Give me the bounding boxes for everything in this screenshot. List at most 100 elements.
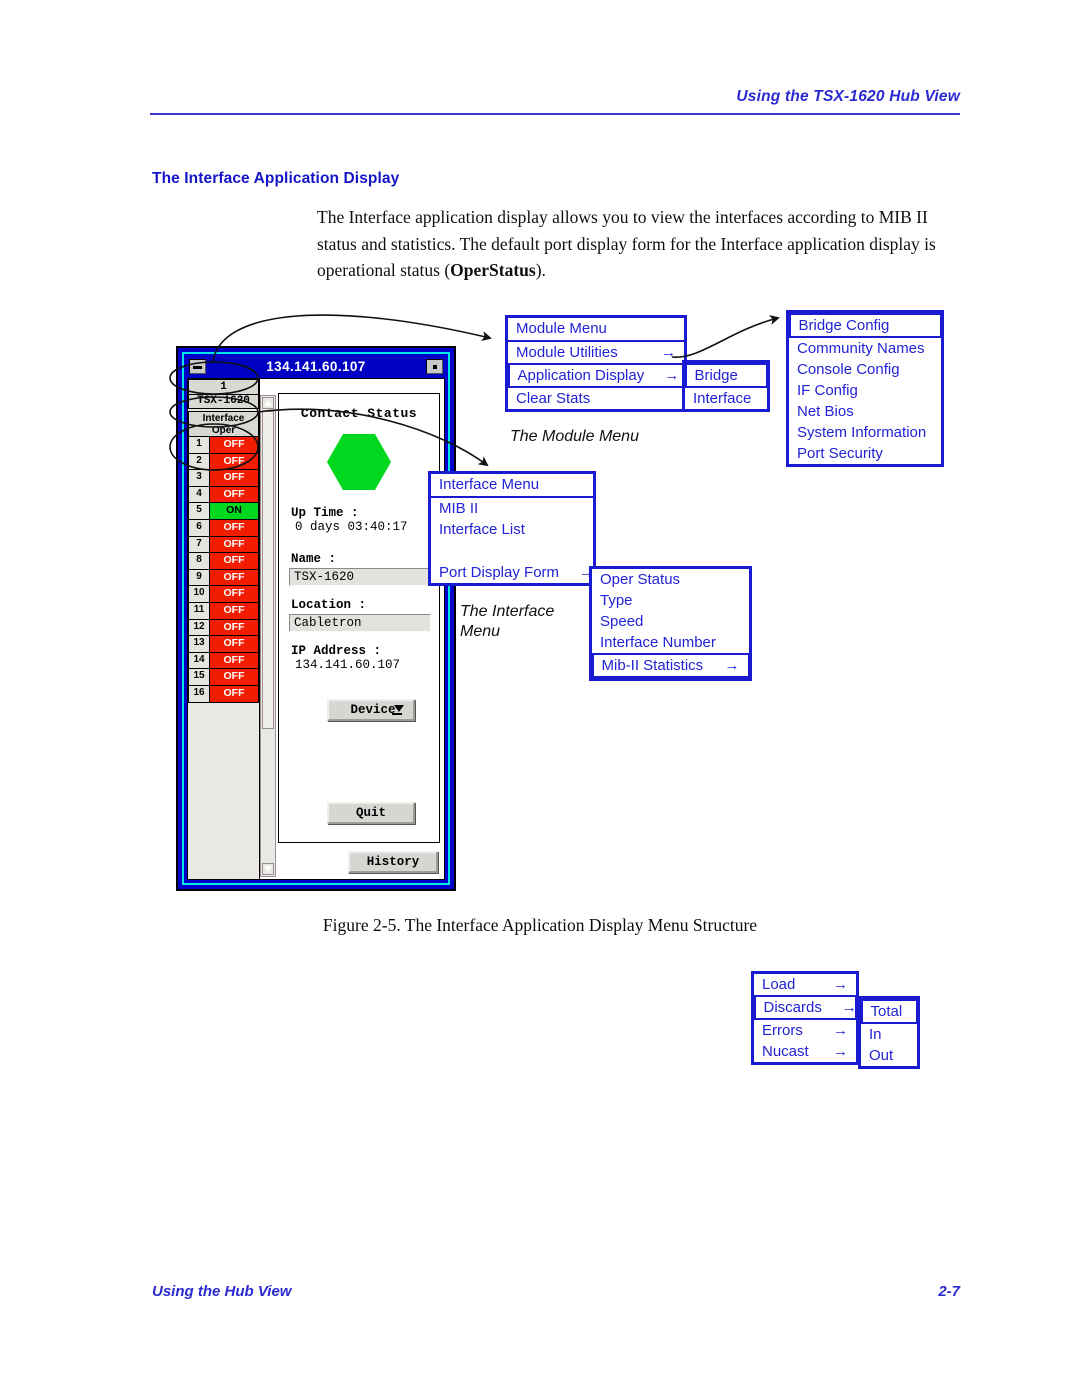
- port-state[interactable]: OFF: [210, 437, 259, 454]
- paragraph-text-part2: ).: [535, 260, 546, 280]
- port-state[interactable]: OFF: [210, 619, 259, 637]
- port-row[interactable]: 10 OFF: [188, 586, 259, 603]
- application-display-submenu: Bridge Interface: [682, 360, 770, 412]
- submenu-item-label: Interface: [693, 390, 752, 407]
- submenu-item-in[interactable]: In: [861, 1024, 917, 1045]
- port-state[interactable]: OFF: [210, 453, 259, 471]
- submenu-item-net-bios[interactable]: Net Bios: [789, 401, 941, 422]
- module-menu-title: Module Menu: [508, 318, 684, 342]
- maximize-button[interactable]: [426, 359, 443, 374]
- port-row[interactable]: 15 OFF: [188, 669, 259, 686]
- submenu-item-errors[interactable]: Errors →: [754, 1020, 856, 1041]
- port-state[interactable]: ON: [210, 503, 259, 520]
- port-state[interactable]: OFF: [210, 536, 259, 554]
- submenu-item-load[interactable]: Load →: [754, 974, 856, 995]
- submenu-item-total[interactable]: Total: [860, 999, 918, 1024]
- port-row[interactable]: 9 OFF: [188, 569, 259, 587]
- submenu-item-label: Bridge: [694, 367, 738, 384]
- port-state[interactable]: OFF: [210, 586, 259, 603]
- submenu-item-type[interactable]: Type: [592, 590, 749, 611]
- submenu-item-out[interactable]: Out: [861, 1045, 917, 1066]
- menu-item-module-utilities[interactable]: Module Utilities →: [508, 342, 684, 363]
- port-row[interactable]: 7 OFF: [188, 536, 259, 554]
- history-button[interactable]: History: [348, 851, 438, 873]
- location-field[interactable]: Cabletron: [289, 614, 431, 632]
- scrollbar-thumb[interactable]: [262, 411, 274, 729]
- submenu-item-label: IF Config: [797, 382, 858, 399]
- port-row[interactable]: 3 OFF: [188, 470, 259, 487]
- submenu-item-bridge[interactable]: Bridge: [684, 363, 768, 388]
- port-index: 13: [188, 636, 210, 653]
- submenu-item-interface-number[interactable]: Interface Number: [592, 632, 749, 653]
- submenu-item-label: Type: [600, 592, 633, 609]
- submenu-item-system-information[interactable]: System Information: [789, 422, 941, 443]
- submenu-item-oper-status[interactable]: Oper Status: [592, 569, 749, 590]
- port-row[interactable]: 2 OFF: [188, 453, 259, 471]
- submenu-item-console-config[interactable]: Console Config: [789, 359, 941, 380]
- port-index: 5: [188, 503, 210, 520]
- minimize-button[interactable]: [189, 359, 206, 374]
- port-row[interactable]: 13 OFF: [188, 636, 259, 653]
- port-state[interactable]: OFF: [210, 519, 259, 537]
- menu-item-application-display[interactable]: Application Display →: [507, 363, 685, 388]
- submenu-item-label: Load: [762, 976, 796, 993]
- submenu-item-interface[interactable]: Interface: [685, 388, 767, 409]
- interface-menu-caption-line2: Menu: [460, 623, 501, 640]
- menu-item-interface-list[interactable]: Interface List: [431, 519, 593, 540]
- menu-item-mib-ii[interactable]: MIB II: [431, 498, 593, 519]
- chevron-down-icon: [394, 705, 404, 712]
- menu-item-clear-stats[interactable]: Clear Stats: [508, 388, 684, 409]
- module-menu-caption: The Module Menu: [510, 428, 639, 445]
- quit-button[interactable]: Quit: [327, 802, 415, 824]
- submenu-item-nucast[interactable]: Nucast →: [754, 1041, 856, 1062]
- submenu-item-speed[interactable]: Speed: [592, 611, 749, 632]
- interface-oper-header[interactable]: Interface Oper: [188, 411, 259, 437]
- port-state[interactable]: OFF: [210, 636, 259, 653]
- port-row[interactable]: 6 OFF: [188, 519, 259, 537]
- port-state[interactable]: OFF: [210, 553, 259, 570]
- port-row[interactable]: 12 OFF: [188, 619, 259, 637]
- port-state[interactable]: OFF: [210, 486, 259, 504]
- submenu-item-label: Bridge Config: [798, 317, 890, 334]
- submenu-item-label: In: [869, 1026, 882, 1043]
- device-dropdown-button[interactable]: Device: [327, 699, 415, 721]
- port-state[interactable]: OFF: [210, 602, 259, 620]
- menu-item-port-display-form[interactable]: Port Display Form →: [431, 562, 594, 583]
- window-title: 134.141.60.107: [266, 359, 366, 374]
- submenu-arrow-icon: →: [833, 1022, 848, 1039]
- chevron-bar-icon: [392, 713, 402, 715]
- slot-number: 1: [188, 379, 259, 394]
- submenu-item-label: Errors: [762, 1022, 803, 1039]
- port-row[interactable]: 11 OFF: [188, 602, 259, 620]
- submenu-item-if-config[interactable]: IF Config: [789, 380, 941, 401]
- port-row[interactable]: 5 ON: [188, 503, 259, 520]
- port-row[interactable]: 16 OFF: [188, 685, 259, 703]
- port-state[interactable]: OFF: [210, 685, 259, 703]
- port-state[interactable]: OFF: [210, 669, 259, 686]
- submenu-item-community-names[interactable]: Community Names: [789, 338, 941, 359]
- port-state[interactable]: OFF: [210, 652, 259, 670]
- port-row[interactable]: 14 OFF: [188, 652, 259, 670]
- submenu-arrow-icon: →: [841, 999, 857, 1016]
- interface-menu-title: Interface Menu: [431, 474, 593, 498]
- submenu-item-discards[interactable]: Discards →: [753, 995, 857, 1020]
- port-row[interactable]: 4 OFF: [188, 486, 259, 504]
- submenu-item-mib-ii-statistics[interactable]: Mib-II Statistics →: [591, 653, 750, 678]
- body-paragraph: The Interface application display allows…: [317, 204, 965, 284]
- port-state[interactable]: OFF: [210, 470, 259, 487]
- uptime-value: 0 days 03:40:17: [295, 520, 408, 534]
- port-row[interactable]: 1 OFF: [188, 437, 259, 454]
- port-state[interactable]: OFF: [210, 569, 259, 587]
- port-index: 9: [188, 569, 210, 587]
- submenu-item-bridge-config[interactable]: Bridge Config: [788, 313, 942, 338]
- menu-item-spacer: [431, 540, 593, 562]
- discards-submenu: Total In Out: [858, 996, 920, 1069]
- submenu-item-port-security[interactable]: Port Security: [789, 443, 941, 464]
- vertical-scrollbar[interactable]: [260, 395, 276, 877]
- port-row[interactable]: 8 OFF: [188, 553, 259, 570]
- scroll-down-arrow-icon[interactable]: [262, 863, 274, 875]
- name-field[interactable]: TSX-1620: [289, 568, 431, 586]
- port-rows-container: 1 OFF 2 OFF 3 OFF 4 OFF 5 ON 6 OFF 7 OFF 8 OFF 9 OFF 10 OFF…: [188, 437, 259, 703]
- interface-header-line1: Interface: [202, 413, 245, 424]
- scroll-up-arrow-icon[interactable]: [262, 397, 274, 409]
